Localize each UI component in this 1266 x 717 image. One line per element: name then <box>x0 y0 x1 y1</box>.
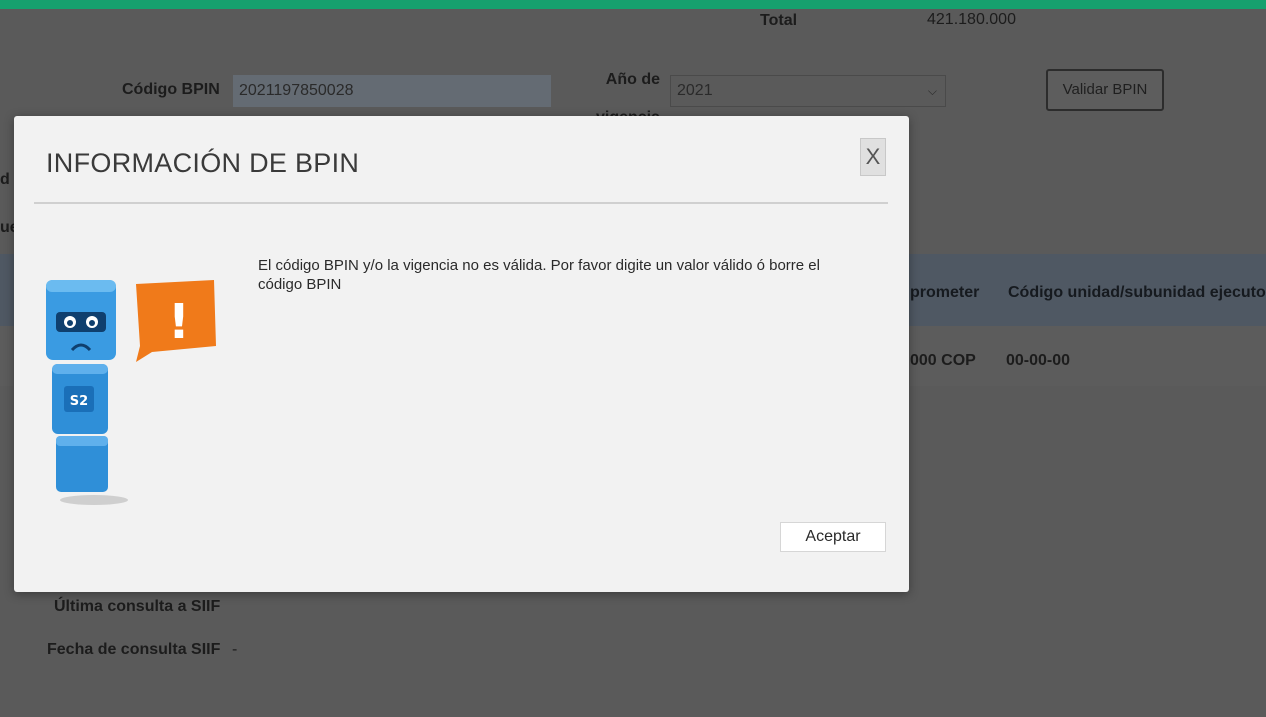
year-select-value: 2021 <box>677 82 713 99</box>
dialog-title: INFORMACIÓN DE BPIN <box>46 148 360 178</box>
alert-exclamation: ! <box>168 294 190 350</box>
dialog-message: El código BPIN y/o la vigencia no es vál… <box>258 257 820 293</box>
fecha-siif-label: Fecha de consulta SIIF <box>47 641 221 658</box>
table-cell-amount: 000 COP <box>910 352 976 369</box>
mascot-badge: S2 <box>70 394 88 409</box>
last-siif-label: Última consulta a SIIF <box>54 598 221 615</box>
chevron-down-icon: ⌵ <box>927 84 937 98</box>
close-button[interactable]: X <box>860 138 886 176</box>
fecha-siif-value: - <box>232 641 238 658</box>
label-fragment: d <box>0 171 10 188</box>
validate-bpin-button[interactable]: Validar BPIN <box>1046 69 1164 111</box>
year-label-line1: Año de <box>605 71 660 88</box>
year-select[interactable]: 2021 ⌵ <box>670 75 946 107</box>
accept-button[interactable]: Aceptar <box>780 522 886 552</box>
bpin-info-dialog: INFORMACIÓN DE BPIN X S2 ! El código BPI… <box>14 116 909 592</box>
column-header-comprometer: prometer <box>910 284 980 301</box>
bpin-input[interactable]: 2021197850028 <box>233 75 551 107</box>
table-cell-code: 00-00-00 <box>1006 352 1071 369</box>
column-header-codigo-unidad: Código unidad/subunidad ejecutor <box>1008 284 1266 301</box>
top-accent-bar <box>0 0 1266 9</box>
total-value: 421.180.000 <box>927 11 1016 28</box>
divider <box>34 202 888 204</box>
mascot-illustration: S2 ! <box>46 280 216 505</box>
bpin-label: Código BPIN <box>122 81 220 98</box>
total-label: Total <box>760 12 798 29</box>
